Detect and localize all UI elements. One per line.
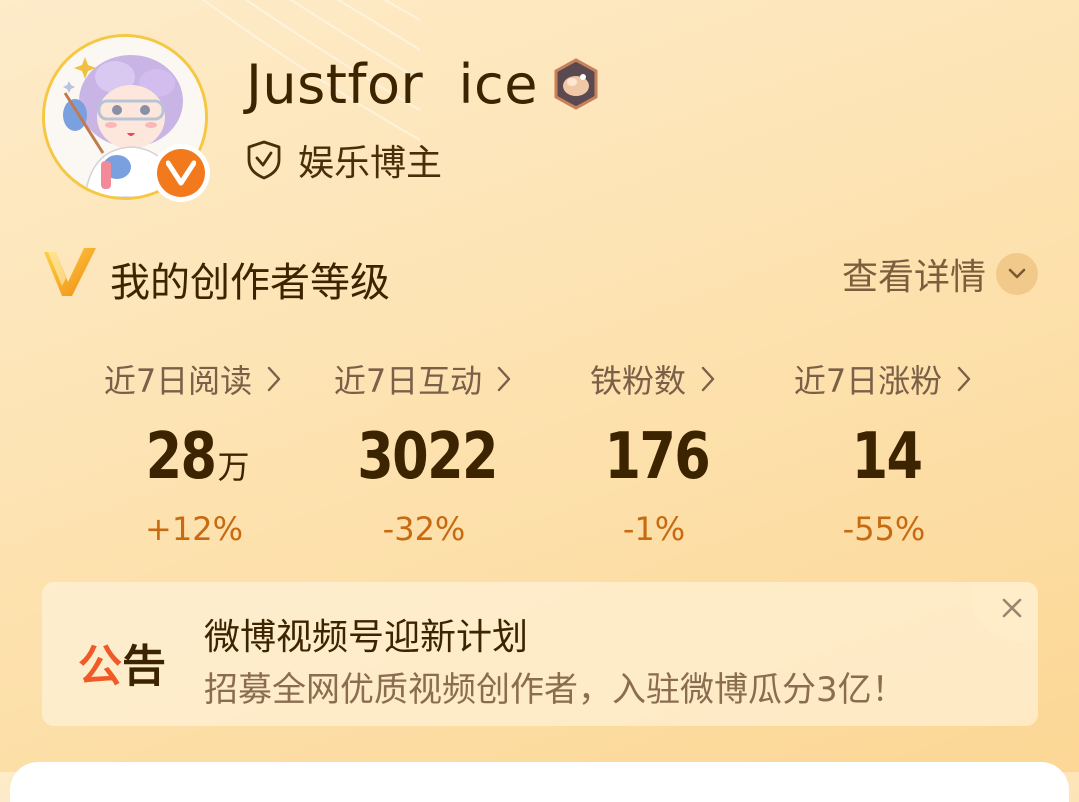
- bottom-card: [10, 762, 1069, 802]
- stat-weekly-new-fans[interactable]: 近7日涨粉 14 -55%: [764, 352, 1004, 548]
- stat-label: 铁粉数: [589, 362, 686, 400]
- view-details-button[interactable]: 查看详情: [842, 250, 1038, 298]
- stat-iron-fans[interactable]: 铁粉数 176 -1%: [534, 352, 774, 548]
- verified-badge: [152, 144, 210, 202]
- stat-label: 近7日涨粉: [793, 362, 943, 400]
- username-row: Justfor ice: [246, 52, 600, 116]
- announcement-title: 微博视频号迎新计划: [204, 617, 529, 658]
- stat-value: 3022: [357, 420, 498, 494]
- shield-check-icon: [247, 140, 281, 180]
- username[interactable]: Justfor ice: [246, 53, 538, 116]
- announcement-tag-part1: 公: [78, 641, 122, 692]
- stat-change: +12%: [145, 510, 243, 548]
- stat-change: -1%: [622, 510, 686, 548]
- chevron-right-icon: [701, 366, 715, 392]
- stat-change: -32%: [382, 510, 466, 548]
- chevron-right-icon: [957, 366, 971, 392]
- chevron-down-icon: [996, 253, 1038, 295]
- announcement-subtitle: 招募全网优质视频创作者，入驻微博瓜分3亿！: [204, 670, 906, 710]
- level-medal-icon[interactable]: [552, 58, 600, 110]
- role-label: 娱乐博主: [298, 143, 443, 184]
- chevron-right-icon: [267, 366, 281, 392]
- chevron-right-icon: [497, 366, 511, 392]
- stat-unit: 万: [217, 448, 250, 486]
- creator-v-logo-icon: [44, 248, 96, 296]
- announcement-tag-part2: 告: [122, 641, 166, 692]
- stat-value: 14: [852, 420, 923, 494]
- role-row[interactable]: 娱乐博主: [246, 136, 442, 184]
- announcement-tag: 公告: [78, 630, 166, 694]
- vip-v-icon: [157, 149, 205, 197]
- stat-value: 28: [146, 420, 217, 494]
- creator-level-header: 我的创作者等级 查看详情: [42, 244, 1038, 308]
- stat-weekly-reads[interactable]: 近7日阅读 28 万 +12%: [74, 352, 314, 548]
- announcement-card[interactable]: 公告 微博视频号迎新计划 招募全网优质视频创作者，入驻微博瓜分3亿！: [42, 582, 1038, 726]
- stat-label: 近7日阅读: [103, 362, 253, 400]
- close-icon[interactable]: [998, 594, 1026, 622]
- stat-label: 近7日互动: [333, 362, 483, 400]
- stat-change: -55%: [842, 510, 926, 548]
- view-details-label: 查看详情: [841, 257, 986, 298]
- stat-weekly-interactions[interactable]: 近7日互动 3022 -32%: [304, 352, 544, 548]
- stat-value: 176: [604, 420, 711, 494]
- creator-level-title: 我的创作者等级: [110, 260, 390, 306]
